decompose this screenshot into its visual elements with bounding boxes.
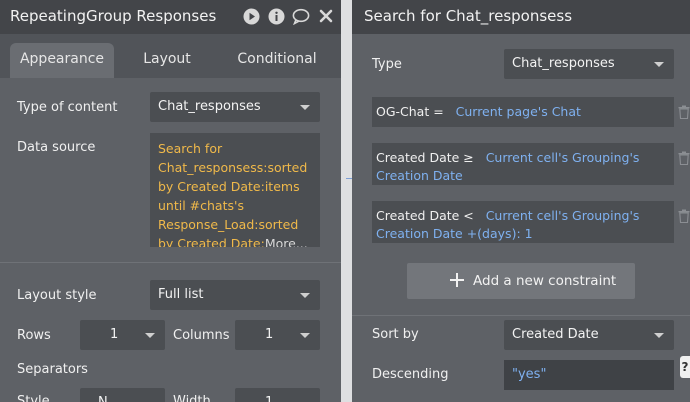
- header-icons: [242, 7, 335, 25]
- separator-style-dropdown[interactable]: N: [80, 388, 165, 402]
- descending-input[interactable]: "yes": [504, 360, 674, 390]
- layout-style-dropdown[interactable]: Full list: [150, 280, 320, 310]
- help-button[interactable]: ?: [680, 356, 690, 378]
- info-icon[interactable]: [267, 7, 285, 25]
- search-editor-panel: Search for Chat_responsess Type Chat_res…: [352, 0, 690, 402]
- play-icon[interactable]: [242, 7, 260, 25]
- rows-value: 1: [110, 327, 119, 342]
- caret-down-icon: [300, 333, 310, 338]
- tab-conditional[interactable]: Conditional: [222, 43, 332, 78]
- rows-label: Rows: [17, 328, 51, 343]
- caret-down-icon: [145, 333, 155, 338]
- element-title[interactable]: RepeatingGroup Responses: [10, 7, 216, 25]
- trash-icon[interactable]: [678, 209, 690, 223]
- close-icon[interactable]: [317, 7, 335, 25]
- section-divider: [0, 262, 341, 263]
- trash-icon[interactable]: [678, 105, 690, 119]
- search-title: Search for Chat_responsess: [364, 7, 573, 25]
- sort-by-dropdown[interactable]: Created Date: [504, 320, 674, 350]
- section-divider: [352, 315, 690, 316]
- constraint-field[interactable]: Created Date <: [376, 208, 474, 223]
- plus-icon: [449, 272, 465, 288]
- constraint-field[interactable]: OG-Chat =: [376, 104, 444, 119]
- descending-label: Descending: [372, 367, 449, 382]
- add-constraint-button[interactable]: Add a new constraint: [407, 263, 635, 299]
- tab-appearance[interactable]: Appearance: [10, 43, 114, 78]
- comment-icon[interactable]: [292, 7, 310, 25]
- layout-style-label: Layout style: [17, 288, 97, 303]
- data-source-text[interactable]: Search for Chat_responsess:sorted by Cre…: [158, 141, 307, 247]
- separator-style-value: N: [98, 395, 108, 402]
- layout-style-value: Full list: [158, 287, 204, 302]
- data-source-more-link[interactable]: More...: [265, 236, 308, 247]
- search-editor-header[interactable]: Search for Chat_responsess: [352, 0, 690, 34]
- columns-label: Columns: [173, 328, 230, 343]
- data-source-label: Data source: [17, 140, 96, 155]
- type-of-content-label: Type of content: [17, 100, 118, 115]
- sort-by-label: Sort by: [372, 327, 419, 342]
- columns-dropdown[interactable]: 1: [235, 320, 320, 350]
- constraint-row[interactable]: Created Date < Current cell's Grouping's…: [372, 201, 674, 243]
- style-label: Style: [17, 394, 50, 402]
- property-editor-header[interactable]: RepeatingGroup Responses: [0, 0, 341, 34]
- caret-down-icon: [654, 62, 664, 67]
- caret-down-icon: [654, 333, 664, 338]
- data-source-expression[interactable]: Search for Chat_responsess:sorted by Cre…: [150, 133, 320, 247]
- type-of-content-dropdown[interactable]: Chat_responses: [150, 92, 320, 122]
- add-constraint-label: Add a new constraint: [473, 273, 617, 289]
- tab-layout[interactable]: Layout: [126, 43, 208, 78]
- trash-icon[interactable]: [678, 151, 690, 165]
- constraint-row[interactable]: Created Date ≥ Current cell's Grouping's…: [372, 143, 674, 185]
- rows-dropdown[interactable]: 1: [80, 320, 165, 350]
- sort-by-value: Created Date: [512, 327, 599, 342]
- constraint-row[interactable]: OG-Chat = Current page's Chat: [372, 97, 674, 127]
- separator-width-value: 1: [265, 395, 273, 402]
- separator-width-dropdown[interactable]: 1: [235, 388, 320, 402]
- caret-down-icon: [300, 105, 310, 110]
- type-dropdown[interactable]: Chat_responses: [504, 49, 674, 79]
- property-tabs: Appearance Layout Conditional: [0, 34, 341, 78]
- type-label: Type: [372, 57, 402, 72]
- property-editor-panel: RepeatingGroup Responses Appearance Layo…: [0, 0, 341, 402]
- separators-label: Separators: [17, 362, 88, 377]
- panel-gap: [341, 0, 352, 402]
- caret-down-icon: [300, 293, 310, 298]
- descending-value[interactable]: "yes": [512, 367, 546, 382]
- type-value: Chat_responses: [512, 56, 615, 71]
- constraint-value[interactable]: Current page's Chat: [456, 104, 581, 119]
- width-label: Width: [173, 394, 211, 402]
- constraint-field[interactable]: Created Date ≥: [376, 150, 474, 165]
- type-of-content-value: Chat_responses: [158, 99, 261, 114]
- columns-value: 1: [265, 327, 274, 342]
